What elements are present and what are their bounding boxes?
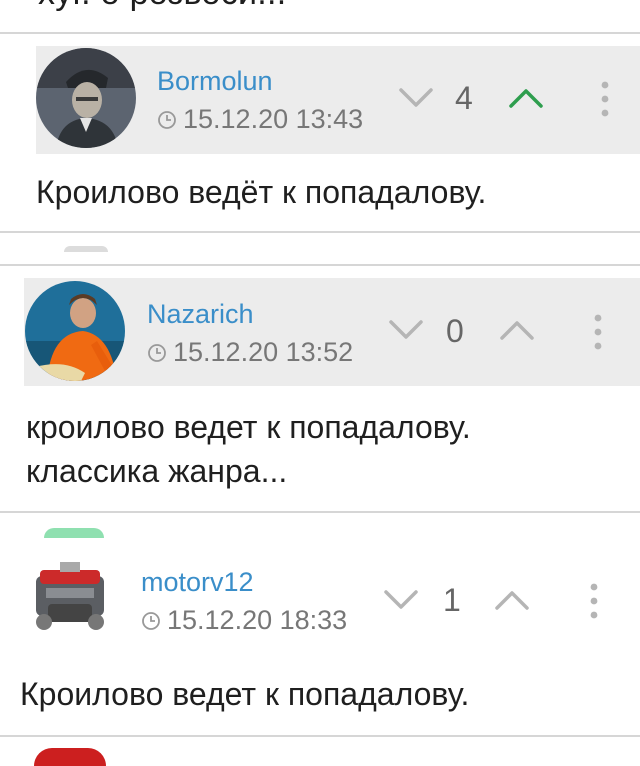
date-label: 15.12.20 13:52 [173,337,354,367]
avatar[interactable] [20,548,120,648]
author-name[interactable]: Nazarich [147,299,254,330]
vote-up-button[interactable] [508,86,544,110]
comment-text: кроилово ведет к попадалову. классика жа… [26,409,471,489]
comment-date: 15.12.20 18:33 [141,605,347,636]
author-name[interactable]: motorv12 [141,567,254,598]
clock-icon [141,611,161,631]
comment-text: Кроилово ведёт к попадалову. [36,174,487,210]
vote-up-button[interactable] [494,588,530,612]
divider [0,264,640,266]
clock-icon [147,343,167,363]
next-avatar-peek [44,528,104,538]
divider [0,511,640,513]
vote-down-button[interactable] [398,86,434,110]
comment-text: Кроилово ведет к попадалову. [20,676,470,712]
score-count: 0 [446,313,464,349]
vote-down-button[interactable] [388,318,424,342]
vote-down-button[interactable] [383,588,419,612]
author-name[interactable]: Bormolun [157,66,273,97]
more-options-button[interactable] [587,582,601,620]
divider [0,231,640,233]
comment-date: 15.12.20 13:52 [147,337,353,368]
score-count: 1 [443,582,461,618]
date-label: 15.12.20 13:43 [183,104,364,134]
next-avatar-peek [34,748,106,766]
previous-comment-text: хуг. о розвоси... [38,0,287,13]
score-count: 4 [455,80,473,116]
clock-icon [157,110,177,130]
divider [0,32,640,34]
avatar[interactable] [25,281,125,381]
more-options-button[interactable] [598,80,612,118]
more-options-button[interactable] [591,313,605,351]
date-label: 15.12.20 18:33 [167,605,348,635]
next-avatar-peek [64,246,108,252]
divider [0,735,640,737]
avatar[interactable] [36,48,136,148]
comment-date: 15.12.20 13:43 [157,104,363,135]
vote-up-button[interactable] [499,318,535,342]
